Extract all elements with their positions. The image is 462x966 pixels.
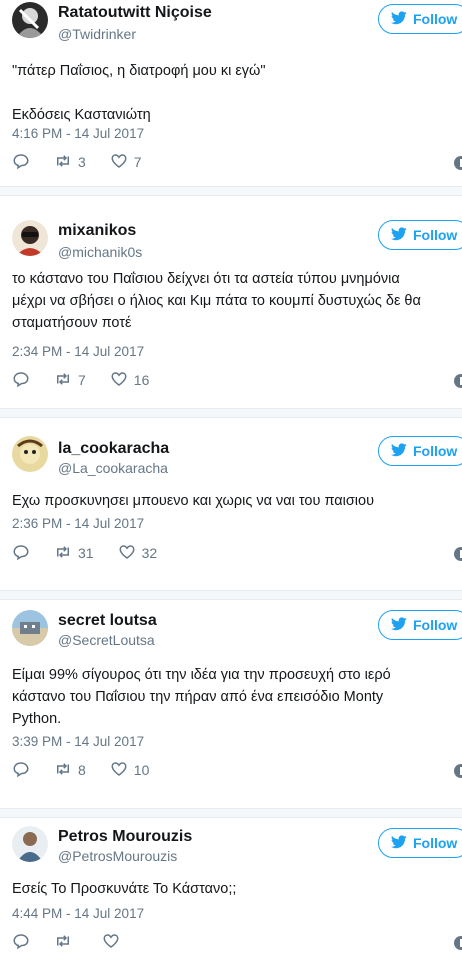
reply-button[interactable] <box>12 932 30 953</box>
divider <box>0 408 462 418</box>
like-count: 7 <box>133 154 142 170</box>
tweet-actions: 8 10 <box>12 760 173 780</box>
tweet-actions: 31 32 <box>12 543 181 563</box>
retweet-count: 7 <box>78 372 86 388</box>
timestamp[interactable]: 4:16 PM - 14 Jul 2017 <box>12 126 144 141</box>
retweet-button[interactable]: 7 <box>54 370 86 391</box>
retweet-button[interactable] <box>54 932 78 953</box>
tweet-card: Petros Mourouzis @PetrosMourouzis Follow… <box>0 818 462 966</box>
timestamp[interactable]: 4:44 PM - 14 Jul 2017 <box>12 906 144 921</box>
reply-button[interactable] <box>12 760 30 781</box>
follow-button[interactable]: Follow <box>378 220 462 250</box>
like-button[interactable]: 16 <box>110 370 150 391</box>
retweet-count: 8 <box>78 762 86 778</box>
info-icon[interactable] <box>454 156 462 170</box>
info-icon[interactable] <box>454 764 462 778</box>
like-count: 32 <box>141 545 158 561</box>
follow-button[interactable]: Follow <box>378 828 462 858</box>
timestamp[interactable]: 3:39 PM - 14 Jul 2017 <box>12 734 144 749</box>
avatar[interactable] <box>12 2 48 38</box>
tweet-feed: Ratatoutwitt Niçoise @Twidrinker Follow … <box>0 0 462 966</box>
avatar[interactable] <box>12 826 48 862</box>
twitter-bird-icon <box>390 616 407 634</box>
follow-label: Follow <box>413 443 458 459</box>
info-icon[interactable] <box>454 547 462 561</box>
tweet-text: "πάτερ Παΐσιος, η διατροφή μου κι εγώ" Ε… <box>12 63 266 123</box>
reply-icon <box>12 760 30 781</box>
twitter-bird-icon <box>390 10 407 28</box>
divider <box>0 808 462 818</box>
tweet-text: το κάστανο του Παΐσιου δείχνει ότι τα ασ… <box>12 271 421 331</box>
retweet-button[interactable]: 3 <box>54 152 86 173</box>
heart-icon <box>110 760 134 781</box>
retweet-icon <box>54 543 78 564</box>
divider <box>0 590 462 600</box>
tweet-actions <box>12 932 150 952</box>
reply-icon <box>12 543 30 564</box>
twitter-bird-icon <box>390 834 407 852</box>
display-name[interactable]: mixanikos <box>58 222 136 240</box>
like-count: 10 <box>133 762 150 778</box>
tweet-text: Εσείς Το Προσκυνάτε Το Κάστανο;; <box>12 881 237 897</box>
tweet-card: la_cookaracha @La_cookaracha Follow Εχω … <box>0 418 462 590</box>
avatar[interactable] <box>12 220 48 256</box>
like-count: 16 <box>133 372 150 388</box>
info-icon[interactable] <box>454 936 462 950</box>
display-name[interactable]: secret loutsa <box>58 612 157 630</box>
timestamp[interactable]: 2:34 PM - 14 Jul 2017 <box>12 344 144 359</box>
tweet-text: Εχω προσκυνησει μπουενο και χωρις να ναι… <box>12 493 375 509</box>
follow-button[interactable]: Follow <box>378 436 462 466</box>
follow-label: Follow <box>413 227 458 243</box>
retweet-count: 3 <box>78 154 86 170</box>
username[interactable]: @Twidrinker <box>58 26 136 42</box>
tweet-actions: 7 16 <box>12 370 173 390</box>
tweet-card: secret loutsa @SecretLoutsa Follow Είμαι… <box>0 600 462 808</box>
username[interactable]: @SecretLoutsa <box>58 632 155 648</box>
reply-button[interactable] <box>12 543 30 564</box>
tweet-card: mixanikos @michanik0s Follow το κάστανο … <box>0 196 462 408</box>
heart-icon <box>118 543 142 564</box>
reply-button[interactable] <box>12 152 30 173</box>
twitter-bird-icon <box>390 442 407 460</box>
follow-label: Follow <box>413 835 458 851</box>
retweet-icon <box>54 370 78 391</box>
avatar[interactable] <box>12 610 48 646</box>
follow-label: Follow <box>413 11 458 27</box>
tweet-text: Είμαι 99% σίγουρος ότι την ιδέα για την … <box>12 667 391 727</box>
heart-icon <box>110 370 134 391</box>
username[interactable]: @michanik0s <box>58 244 142 260</box>
avatar[interactable] <box>12 436 48 472</box>
retweet-icon <box>54 760 78 781</box>
username[interactable]: @PetrosMourouzis <box>58 848 177 864</box>
reply-button[interactable] <box>12 370 30 391</box>
reply-icon <box>12 932 30 953</box>
divider <box>0 186 462 196</box>
like-button[interactable]: 7 <box>110 152 142 173</box>
follow-button[interactable]: Follow <box>378 610 462 640</box>
follow-button[interactable]: Follow <box>378 4 462 34</box>
like-button[interactable] <box>102 932 126 953</box>
retweet-button[interactable]: 8 <box>54 760 86 781</box>
info-icon[interactable] <box>454 374 462 388</box>
retweet-icon <box>54 152 78 173</box>
tweet-card: Ratatoutwitt Niçoise @Twidrinker Follow … <box>0 0 462 186</box>
heart-icon <box>102 932 126 953</box>
display-name[interactable]: Ratatoutwitt Niçoise <box>58 4 212 22</box>
tweet-actions: 3 7 <box>12 152 166 172</box>
retweet-count: 31 <box>78 545 94 561</box>
timestamp[interactable]: 2:36 PM - 14 Jul 2017 <box>12 516 144 531</box>
retweet-button[interactable]: 31 <box>54 543 94 564</box>
reply-icon <box>12 152 30 173</box>
twitter-bird-icon <box>390 226 407 244</box>
heart-icon <box>110 152 134 173</box>
username[interactable]: @La_cookaracha <box>58 460 168 476</box>
retweet-icon <box>54 932 78 953</box>
display-name[interactable]: Petros Mourouzis <box>58 828 192 846</box>
like-button[interactable]: 10 <box>110 760 150 781</box>
reply-icon <box>12 370 30 391</box>
display-name[interactable]: la_cookaracha <box>58 440 169 458</box>
like-button[interactable]: 32 <box>118 543 158 564</box>
follow-label: Follow <box>413 617 458 633</box>
